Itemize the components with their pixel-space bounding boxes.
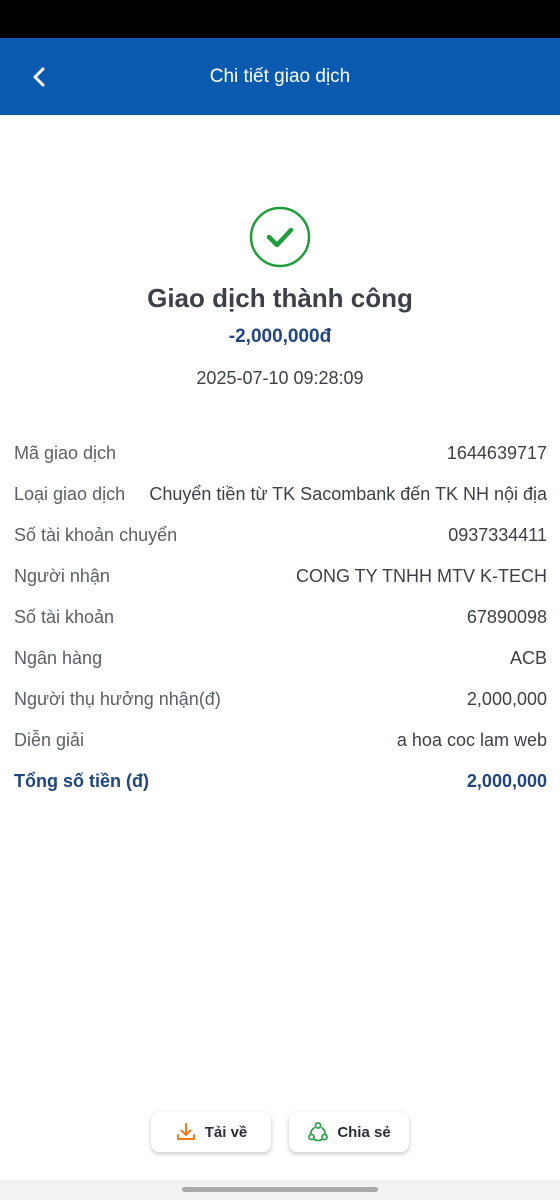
detail-row-account-number: Số tài khoản 67890098 [14, 604, 547, 630]
back-button[interactable] [22, 60, 56, 94]
detail-row-beneficiary-amount: Người thụ hưởng nhận(đ) 2,000,000 [14, 686, 547, 712]
result-title: Giao dịch thành công [147, 283, 413, 313]
detail-label: Diễn giải [14, 730, 85, 750]
chevron-left-icon [33, 67, 45, 87]
detail-row-bank: Ngân hàng ACB [14, 645, 547, 671]
total-value: 2,000,000 [466, 771, 547, 791]
detail-row-source-account: Số tài khoản chuyển 0937334411 [14, 522, 547, 548]
detail-row-transaction-type: Loại giao dịch Chuyển tiền từ TK Sacomba… [14, 481, 547, 507]
detail-value: a hoa coc lam web [396, 730, 547, 750]
share-button[interactable]: Chia sẻ [289, 1112, 409, 1152]
check-circle-icon [249, 206, 311, 268]
result-datetime: 2025-07-10 09:28:09 [196, 368, 364, 388]
transaction-details: Mã giao dịch 1644639717 Loại giao dịch C… [14, 440, 547, 809]
detail-value: 67890098 [466, 607, 547, 627]
total-label: Tổng số tiền (đ) [14, 771, 149, 791]
detail-value: 2,000,000 [466, 689, 547, 709]
share-icon [308, 1122, 329, 1142]
detail-value: Chuyển tiền từ TK Sacombank đến TK NH nộ… [149, 484, 547, 504]
result-amount: -2,000,000đ [228, 326, 332, 347]
detail-label: Số tài khoản [14, 607, 115, 627]
detail-row-description: Diễn giải a hoa coc lam web [14, 727, 547, 753]
status-bar [0, 0, 560, 38]
home-indicator[interactable] [182, 1187, 378, 1192]
download-button[interactable]: Tải về [151, 1112, 271, 1152]
detail-label: Ngân hàng [14, 648, 103, 668]
detail-value: 1644639717 [446, 443, 547, 463]
detail-label: Loại giao dịch [14, 484, 126, 504]
app-header: Chi tiết giao dịch [0, 38, 560, 115]
page-title: Chi tiết giao dịch [209, 65, 351, 87]
share-label: Chia sẻ [337, 1123, 391, 1141]
detail-label: Mã giao dịch [14, 443, 117, 463]
download-label: Tải về [204, 1123, 248, 1141]
detail-row-total: Tổng số tiền (đ) 2,000,000 [14, 768, 547, 794]
detail-label: Người nhận [14, 566, 110, 586]
detail-row-transaction-id: Mã giao dịch 1644639717 [14, 440, 547, 466]
detail-label: Số tài khoản chuyển [14, 525, 178, 545]
detail-label: Người thụ hưởng nhận(đ) [14, 689, 221, 709]
download-icon [176, 1123, 195, 1140]
system-nav-bar [0, 1180, 560, 1200]
detail-value: ACB [509, 648, 547, 668]
detail-value: 0937334411 [448, 525, 547, 545]
detail-value: CONG TY TNHH MTV K-TECH [295, 566, 547, 586]
detail-row-recipient: Người nhận CONG TY TNHH MTV K-TECH [14, 563, 547, 589]
